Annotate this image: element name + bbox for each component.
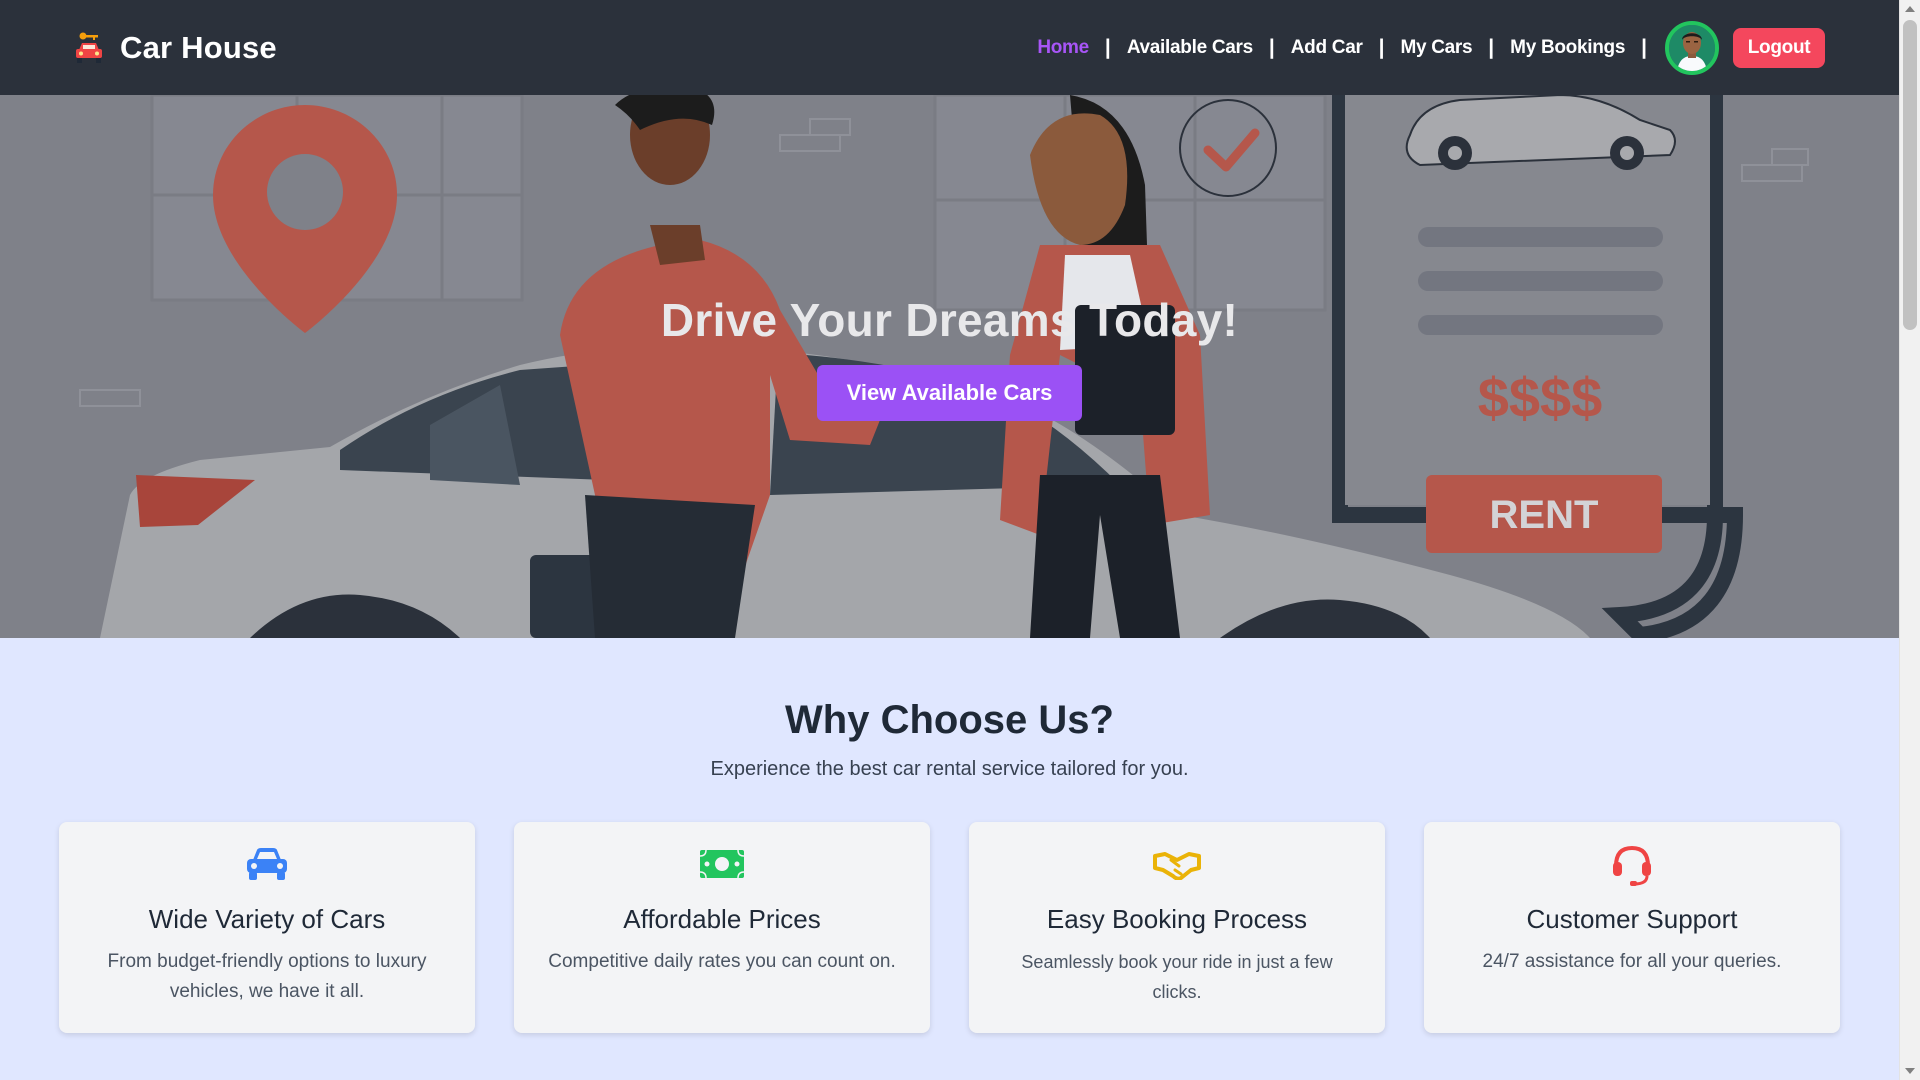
nav-link-available-cars[interactable]: Available Cars: [1127, 37, 1253, 59]
nav-link-add-car[interactable]: Add Car: [1291, 37, 1363, 59]
features-list: Wide Variety of Cars From budget-friendl…: [59, 822, 1840, 1033]
scroll-up-icon[interactable]: [1905, 6, 1915, 12]
user-avatar[interactable]: [1665, 20, 1719, 75]
money-icon: [699, 849, 745, 879]
feature-card: Affordable Prices Competitive daily rate…: [514, 822, 930, 1033]
nav-separator: |: [1488, 35, 1495, 59]
view-available-cars-button[interactable]: View Available Cars: [817, 365, 1082, 421]
scroll-down-icon[interactable]: [1905, 1068, 1915, 1074]
handshake-icon: [1153, 852, 1201, 880]
navbar: Car House Home | Available Cars | Add Ca…: [0, 0, 1899, 95]
nav-link-my-bookings[interactable]: My Bookings: [1510, 37, 1625, 59]
headset-icon: [1613, 845, 1651, 886]
car-key-icon: [76, 32, 102, 63]
car-icon: [247, 848, 287, 880]
feature-description: Competitive daily rates you can count on…: [548, 951, 896, 972]
nav-separator: |: [1378, 35, 1385, 59]
section-subtitle: Experience the best car rental service t…: [710, 758, 1189, 780]
feature-title: Customer Support: [1526, 904, 1738, 934]
brand-name: Car House: [120, 29, 277, 65]
page-scrollbar[interactable]: [1899, 0, 1920, 1080]
feature-title: Affordable Prices: [623, 904, 821, 934]
brand[interactable]: Car House: [74, 30, 277, 66]
feature-card: Wide Variety of Cars From budget-friendl…: [59, 822, 475, 1033]
feature-description: 24/7 assistance for all your queries.: [1482, 951, 1782, 972]
feature-description: Seamlessly book your ride in just a few …: [1021, 952, 1333, 1002]
hero-banner: $$$$ RENT Drive Your Dreams Today! View …: [0, 95, 1899, 638]
logout-button[interactable]: Logout: [1733, 27, 1825, 68]
main-nav: Home | Available Cars | Add Car | My Car…: [1037, 20, 1825, 75]
scroll-thumb[interactable]: [1903, 20, 1917, 330]
feature-title: Wide Variety of Cars: [148, 904, 386, 934]
user-photo: [1669, 24, 1715, 71]
feature-description: From budget-friendly options to luxury v…: [107, 951, 427, 1002]
nav-separator: |: [1104, 35, 1111, 59]
nav-link-home[interactable]: Home: [1037, 37, 1089, 59]
feature-card: Customer Support 24/7 assistance for all…: [1424, 822, 1840, 1033]
nav-separator: |: [1641, 35, 1647, 59]
feature-title: Easy Booking Process: [1046, 904, 1308, 934]
hero-title: Drive Your Dreams Today!: [660, 294, 1239, 346]
feature-card: Easy Booking Process Seamlessly book you…: [969, 822, 1385, 1033]
nav-link-my-cars[interactable]: My Cars: [1400, 37, 1472, 59]
section-title: Why Choose Us?: [785, 698, 1114, 742]
nav-separator: |: [1268, 35, 1275, 59]
